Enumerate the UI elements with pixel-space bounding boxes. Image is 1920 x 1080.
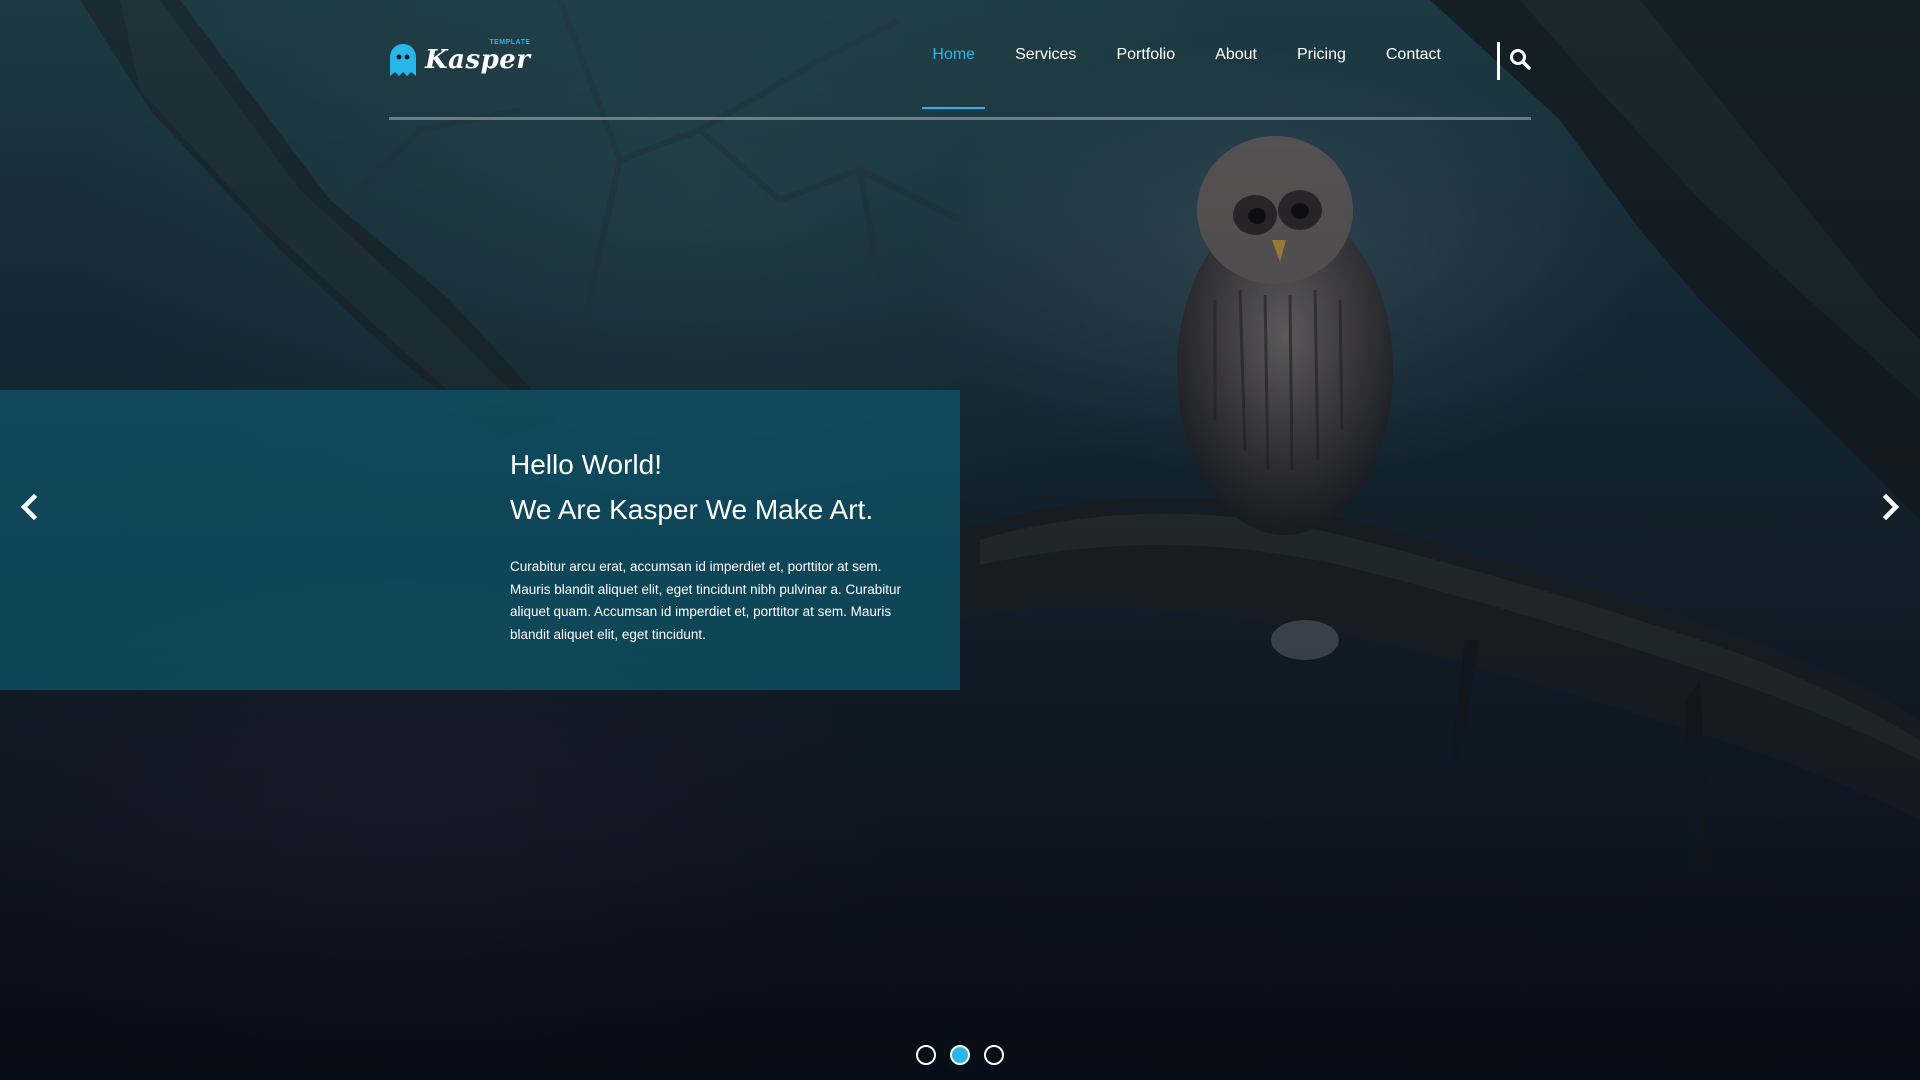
logo-subtitle: TEMPLATE — [489, 39, 531, 46]
slide-title-line1: Hello World! — [510, 449, 662, 480]
slide-text: Curabitur arcu erat, accumsan id imperdi… — [510, 559, 901, 642]
slider-bullet-2[interactable] — [950, 1045, 970, 1065]
logo[interactable]: Kasper TEMPLATE — [389, 39, 531, 80]
logo-text: Kasper TEMPLATE — [425, 39, 531, 75]
nav-item-pricing[interactable]: Pricing — [1277, 40, 1366, 70]
main-nav: Home Services Portfolio About Pricing Co… — [912, 40, 1461, 109]
ghost-logo-icon — [390, 44, 416, 76]
slider-bullet-3[interactable] — [984, 1045, 1004, 1065]
slide-title-line2: We Are Kasper We Make Art. — [510, 494, 874, 525]
chevron-right-icon[interactable] — [1880, 494, 1902, 520]
slide-title: Hello World! We Are Kasper We Make Art. — [510, 442, 920, 532]
nav-item-about[interactable]: About — [1195, 40, 1277, 70]
nav-item-contact[interactable]: Contact — [1366, 40, 1461, 70]
nav-item-home[interactable]: Home — [912, 40, 995, 109]
slider-bullet-1[interactable] — [916, 1045, 936, 1065]
search-icon[interactable] — [1509, 48, 1531, 70]
nav-divider — [1497, 42, 1500, 80]
nav-item-services[interactable]: Services — [995, 40, 1096, 70]
slider-bullets — [916, 1045, 1004, 1065]
nav-item-portfolio[interactable]: Portfolio — [1096, 40, 1195, 70]
site-header: Kasper TEMPLATE Home Services Portfolio … — [389, 0, 1531, 120]
chevron-left-icon[interactable] — [18, 494, 40, 520]
slide-caption-box: Hello World! We Are Kasper We Make Art. … — [0, 390, 960, 690]
slide-content: Hello World! We Are Kasper We Make Art. … — [510, 442, 920, 646]
